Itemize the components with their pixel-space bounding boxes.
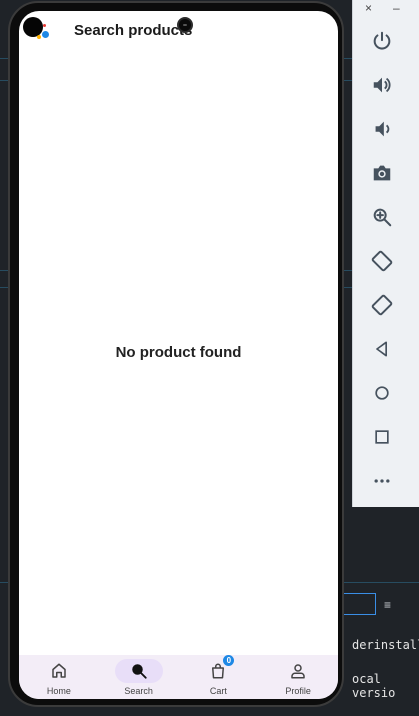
nav-label-home: Home (46, 686, 71, 696)
overview-icon[interactable] (369, 424, 395, 450)
bottom-navigation: Home Search 0 Cart Profile (19, 655, 338, 699)
home-circle-icon[interactable] (369, 380, 395, 406)
phone-frame: Search products No product found Home Se… (8, 1, 344, 707)
nav-label-profile: Profile (285, 686, 311, 696)
minimize-icon[interactable]: – (393, 1, 400, 15)
rotate-left-icon[interactable] (369, 248, 395, 274)
nav-item-cart[interactable]: 0 Cart (179, 655, 259, 699)
nav-label-search: Search (124, 686, 153, 696)
profile-icon (291, 664, 305, 679)
camera-icon[interactable] (369, 160, 395, 186)
page-title: Search products (74, 22, 193, 39)
nav-item-search[interactable]: Search (99, 655, 179, 699)
volume-up-icon[interactable] (369, 72, 395, 98)
ide-output-line-1: derinstalle (352, 638, 419, 652)
ide-output-line-2: ocal versio (352, 672, 396, 700)
filter-icon[interactable]: ≡ (384, 598, 391, 612)
front-camera (177, 17, 193, 33)
app-header: Search products (19, 11, 338, 51)
nav-item-home[interactable]: Home (19, 655, 99, 699)
emulator-control-panel: × – (352, 0, 419, 507)
search-icon (131, 664, 147, 679)
cart-count-badge: 0 (223, 655, 235, 666)
more-icon[interactable] (369, 468, 395, 494)
nav-label-cart: Cart (209, 686, 227, 696)
app-logo (23, 17, 49, 43)
app-screen: Search products No product found Home Se… (19, 11, 338, 699)
rotate-right-icon[interactable] (369, 292, 395, 318)
power-icon[interactable] (369, 28, 395, 54)
zoom-icon[interactable] (369, 204, 395, 230)
nav-item-profile[interactable]: Profile (258, 655, 338, 699)
close-icon[interactable]: × (365, 1, 372, 15)
empty-state-message: No product found (115, 344, 242, 361)
ide-search-input[interactable] (340, 593, 376, 615)
volume-down-icon[interactable] (369, 116, 395, 142)
home-icon (52, 663, 66, 678)
back-icon[interactable] (369, 336, 395, 362)
